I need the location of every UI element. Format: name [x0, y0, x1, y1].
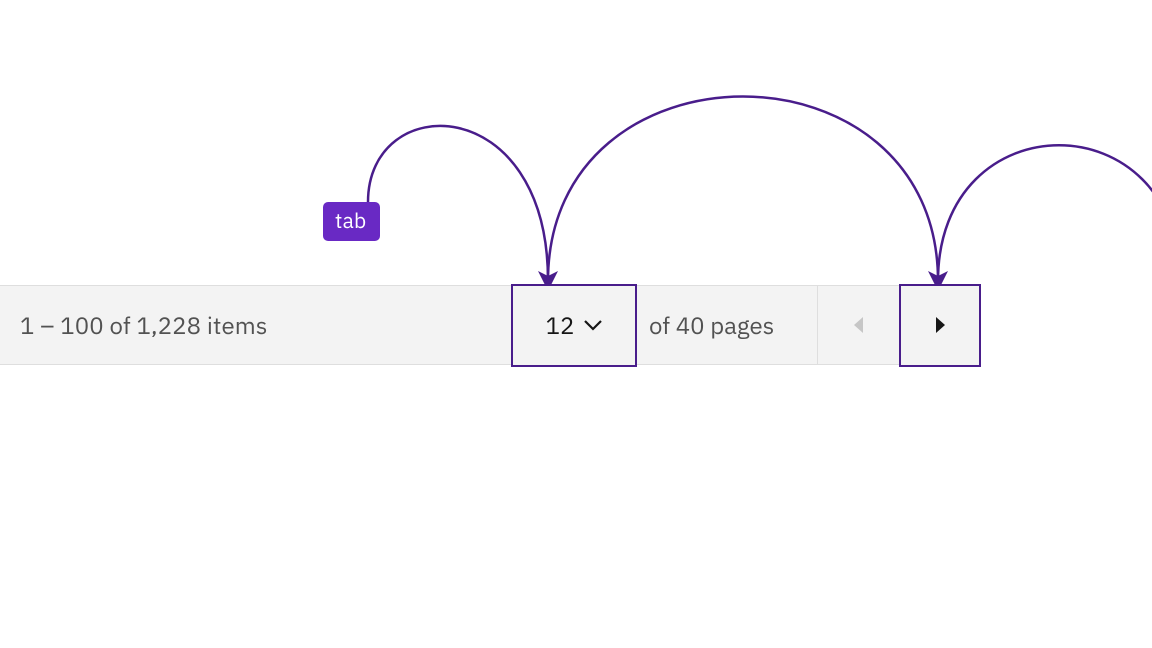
caret-left-icon	[852, 309, 866, 341]
arrow-tab-to-page-select	[368, 126, 548, 281]
tab-key-label: tab	[335, 206, 366, 234]
pagination-pages-text: of 40 pages	[637, 286, 817, 364]
pagination-items-text: 1 – 100 of 1,228 items	[0, 286, 511, 364]
pagination-bar: 1 – 100 of 1,228 items 12 of 40 pages	[0, 285, 981, 365]
next-page-button[interactable]	[899, 284, 981, 367]
arrow-next-to-offscreen	[938, 145, 1152, 281]
page-number-select[interactable]: 12	[511, 284, 637, 367]
chevron-down-icon	[584, 316, 602, 334]
previous-page-button[interactable]	[817, 286, 899, 364]
tab-key-badge: tab	[323, 202, 380, 241]
arrow-page-select-to-next	[548, 97, 938, 282]
caret-right-icon	[933, 309, 947, 341]
page-number-value: 12	[546, 309, 575, 341]
